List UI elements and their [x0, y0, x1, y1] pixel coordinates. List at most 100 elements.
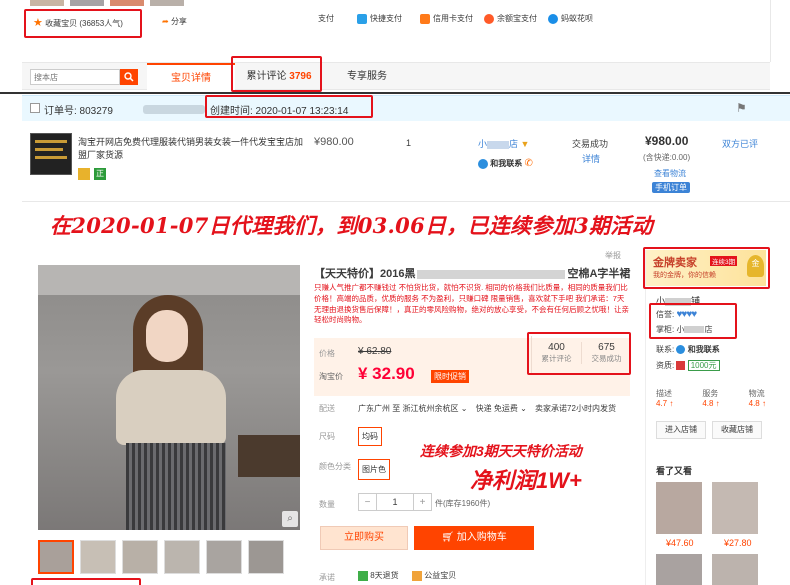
order-row: 淘宝开网店免费代理服装代销男装女装一件代发宝宝店加盟厂家货源 正 ¥980.00… — [22, 122, 790, 202]
pay-huabei: 蚂蚁花呗 — [548, 13, 593, 24]
order-status: 交易成功 — [572, 139, 609, 149]
tab-services[interactable]: 专享服务 — [323, 63, 411, 90]
chevron-down-icon: ⌄ — [520, 404, 527, 413]
ship-destination[interactable]: 浙江杭州余杭区 — [402, 404, 458, 413]
product-main-image[interactable]: ⌕ — [38, 265, 300, 530]
qty-input[interactable]: 1 — [377, 494, 413, 510]
product-title: 【天天特价】2016黑 空棉A字半裙 — [314, 268, 631, 280]
credit-card-icon — [420, 13, 430, 24]
flag-icon[interactable]: ⚑ — [736, 101, 747, 115]
overlay-line2: 净利润1W+ — [470, 468, 582, 493]
thumbnail-4[interactable] — [164, 540, 200, 574]
color-option[interactable]: 图片色 — [358, 459, 390, 480]
rec-item-4[interactable] — [712, 554, 758, 585]
thumb-strip-top — [30, 0, 200, 6]
divider — [770, 0, 771, 62]
order-product-title[interactable]: 淘宝开网店免费代理服装代销男装女装一件代发宝宝店加盟厂家货源 — [78, 136, 304, 162]
share-button[interactable]: ➦ 分享 — [162, 16, 187, 27]
enter-shop-button[interactable]: 进入店铺 — [656, 421, 706, 439]
thumbnail-6[interactable] — [248, 540, 284, 574]
filter-icon: ▼ — [520, 139, 530, 149]
promise-label: 承诺 — [319, 573, 335, 582]
order-number: 订单号: 803279 — [44, 106, 113, 117]
quick-pay-icon — [357, 13, 367, 24]
thumbnail-1[interactable] — [38, 540, 74, 574]
thumbnail-5[interactable] — [206, 540, 242, 574]
score-desc: 描述 4.7 ↑ — [656, 389, 674, 408]
highlight-gold-seller — [643, 247, 770, 289]
title-blurred — [417, 269, 566, 279]
detail-tabs: 宝贝详情 累计评论 3796 专享服务 — [22, 62, 770, 90]
huabei-icon — [548, 13, 558, 24]
pay-label: 支付 — [318, 14, 334, 23]
order-contact[interactable]: 和我联系 ✆ — [478, 158, 533, 169]
original-price: ¥ 62.80 — [358, 346, 392, 357]
genuine-badge: 正 — [94, 168, 106, 180]
highlight-stats — [527, 332, 631, 375]
order-seller[interactable]: 小店 ▼ — [478, 137, 529, 150]
return-icon — [358, 570, 368, 581]
charity-icon — [412, 570, 422, 581]
rec-item-2[interactable] — [712, 482, 758, 534]
zoom-icon[interactable]: ⌕ — [282, 511, 298, 527]
add-to-cart-button[interactable]: 🛒︎ 加入购物车 — [414, 526, 534, 550]
buy-now-button[interactable]: 立即购买 — [320, 526, 408, 550]
qty-label: 数量 — [319, 500, 335, 509]
pay-quick: 快捷支付 — [357, 13, 402, 24]
qty-minus-button[interactable]: − — [359, 494, 377, 510]
shop-wangwang-icon — [676, 345, 686, 355]
pay-yuebao: 余额宝支付 — [484, 13, 537, 24]
size-label: 尺码 — [319, 432, 335, 441]
view-logistics-link[interactable]: 查看物流 — [654, 168, 686, 179]
ship-label: 配送 — [319, 404, 335, 413]
shop-scores: 描述 4.7 ↑ 服务 4.8 ↑ 物流 4.8 ↑ — [656, 388, 766, 408]
model-face — [146, 310, 188, 362]
order-header: 订单号: 803279 创建时间: 2020-01-07 13:23:14 ⚑ — [22, 95, 790, 121]
store-search-input[interactable] — [30, 69, 120, 85]
promo-tag: 限时促销 — [431, 370, 469, 383]
color-label: 颜色分类 — [319, 462, 351, 471]
order-status-detail[interactable]: 详情 — [582, 152, 600, 165]
rec-item-1[interactable] — [656, 482, 702, 534]
size-option[interactable]: 均码 — [358, 427, 382, 446]
promise-return: 8天退货 — [358, 570, 399, 581]
shop-contact-link[interactable]: 和我联系 — [688, 345, 720, 354]
yuebao-icon — [484, 13, 494, 24]
order-total: ¥980.00 — [645, 134, 689, 148]
thumbnail-2[interactable] — [80, 540, 116, 574]
order-total-note: (含快递:0.00) — [643, 153, 691, 162]
order-number-blurred — [143, 105, 205, 114]
order-checkbox[interactable] — [30, 103, 40, 113]
rec-price-2: ¥27.80 — [724, 538, 752, 548]
report-link[interactable]: 举报 — [605, 250, 621, 261]
service-badge-icon — [78, 168, 90, 180]
pay-credit: 信用卡支付 — [420, 13, 473, 24]
model-sweater — [116, 370, 226, 445]
highlight-favorites — [24, 9, 142, 38]
highlight-shop-info — [649, 303, 737, 339]
sale-label: 淘宝价 — [319, 372, 343, 381]
order-quantity: 1 — [406, 138, 412, 148]
see-also-title: 看了又看 — [656, 466, 693, 476]
order-badges: 正 — [78, 168, 106, 180]
qty-plus-button[interactable]: + — [413, 494, 431, 510]
order-product-thumb[interactable] — [30, 133, 72, 175]
overlay-line1: 连续参加3期天天特价活动 — [420, 443, 582, 459]
cart-icon: 🛒︎ — [441, 532, 454, 543]
section-divider — [0, 92, 790, 94]
phone-icon: ✆ — [524, 158, 533, 169]
highlight-created-time — [205, 95, 373, 118]
stock-info: 件(库存1960件) — [435, 499, 491, 508]
store-search — [30, 69, 138, 85]
rec-item-3[interactable] — [656, 554, 702, 585]
review-status[interactable]: 双方已评 — [722, 137, 758, 150]
order-unit-price: ¥980.00 — [314, 136, 354, 148]
price-label: 价格 — [319, 349, 335, 358]
favorite-shop-button[interactable]: 收藏店铺 — [712, 421, 762, 439]
highlight-reviews — [231, 56, 322, 92]
tab-details[interactable]: 宝贝详情 — [147, 63, 235, 90]
highlight-bottom-left — [31, 578, 141, 585]
search-icon — [124, 72, 134, 82]
thumbnail-3[interactable] — [122, 540, 158, 574]
search-button[interactable] — [120, 69, 138, 85]
